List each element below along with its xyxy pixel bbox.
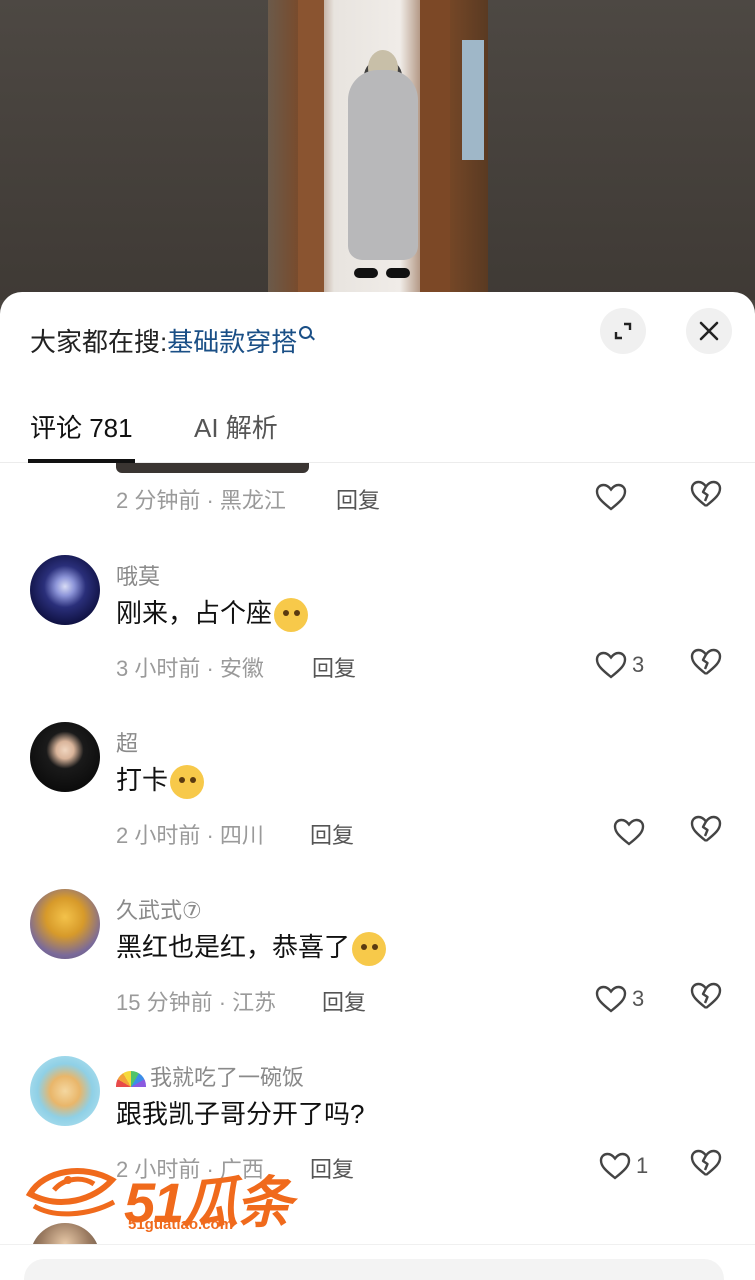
heart-icon bbox=[599, 1152, 631, 1180]
reply-button[interactable]: 回复 bbox=[322, 985, 366, 1017]
comment-text: 黑红也是红，恭喜了 bbox=[116, 927, 387, 967]
dislike-button[interactable] bbox=[690, 981, 726, 1017]
broken-heart-icon bbox=[690, 815, 722, 842]
watermark-url: 51guatiao.com bbox=[128, 1216, 234, 1233]
comment-username[interactable]: 哦莫 bbox=[116, 559, 160, 591]
smirk-face-icon bbox=[352, 932, 387, 967]
rainbow-icon bbox=[116, 1071, 146, 1088]
heart-icon bbox=[595, 985, 627, 1013]
broken-heart-icon bbox=[690, 480, 722, 507]
comment-text-content: 打卡 bbox=[116, 765, 169, 795]
dislike-button[interactable] bbox=[690, 479, 726, 515]
comment-input-bar bbox=[0, 1244, 755, 1280]
search-suggestion[interactable]: 大家都在搜:基础款穿搭 bbox=[30, 322, 313, 359]
heart-icon bbox=[613, 818, 645, 846]
tab-comments[interactable]: 评论 781 bbox=[30, 408, 133, 445]
close-icon bbox=[699, 321, 719, 341]
comment-sheet: 大家都在搜:基础款穿搭 评论 781 AI 解析 2 分钟前 · 黑龙江 回复 bbox=[0, 292, 755, 1280]
like-button[interactable]: 1 bbox=[598, 1146, 668, 1186]
person-shoe bbox=[354, 268, 378, 278]
like-count: 1 bbox=[636, 1153, 649, 1178]
comment-text: 打卡 bbox=[116, 760, 205, 800]
tab-ai-analysis[interactable]: AI 解析 bbox=[194, 408, 278, 445]
comment-username[interactable]: 超 bbox=[116, 726, 138, 758]
like-button[interactable]: 3 bbox=[594, 645, 664, 685]
comment-text-content: 刚来，占个座 bbox=[116, 598, 273, 628]
site-watermark: 51瓜条 51guatiao.com bbox=[24, 1150, 304, 1240]
like-count: 3 bbox=[632, 652, 645, 677]
dislike-button[interactable] bbox=[690, 814, 726, 850]
broken-heart-icon bbox=[690, 1149, 722, 1176]
search-suggestion-prefix: 大家都在搜: bbox=[30, 327, 168, 357]
like-button[interactable] bbox=[612, 812, 682, 852]
comment-text: 跟我凯子哥分开了吗? bbox=[116, 1099, 365, 1129]
comment-time-location: 2 分钟前 · 黑龙江 bbox=[116, 488, 286, 513]
dislike-button[interactable] bbox=[690, 1148, 726, 1184]
door-frame-right bbox=[420, 0, 450, 300]
expand-icon bbox=[614, 322, 632, 340]
comment-username[interactable]: 我就吃了一碗饭 bbox=[116, 1060, 304, 1092]
comment-text: 刚来，占个座 bbox=[116, 593, 309, 633]
comment-text-content: 黑红也是红，恭喜了 bbox=[116, 932, 351, 962]
broken-heart-icon bbox=[690, 982, 722, 1009]
window bbox=[462, 40, 484, 160]
search-suggestion-keyword[interactable]: 基础款穿搭 bbox=[167, 327, 297, 357]
reply-button[interactable]: 回复 bbox=[312, 651, 356, 683]
comment-username[interactable]: 久武式⑦ bbox=[116, 893, 202, 925]
comment-time-location: 3 小时前 · 安徽 bbox=[116, 656, 264, 681]
comment-time-location: 2 小时前 · 四川 bbox=[116, 823, 264, 848]
reply-button[interactable]: 回复 bbox=[310, 818, 354, 850]
like-button[interactable] bbox=[594, 477, 664, 517]
broken-heart-icon bbox=[690, 648, 722, 675]
comment-image-thumbnail[interactable] bbox=[116, 463, 309, 473]
avatar[interactable] bbox=[30, 722, 100, 792]
dislike-button[interactable] bbox=[690, 647, 726, 683]
search-icon bbox=[299, 326, 313, 339]
watermark-logo-icon bbox=[25, 1168, 117, 1217]
avatar[interactable] bbox=[30, 555, 100, 625]
reply-button[interactable]: 回复 bbox=[336, 483, 380, 515]
like-button[interactable]: 3 bbox=[594, 979, 664, 1019]
heart-icon bbox=[595, 651, 627, 679]
comment-tabs: 评论 781 AI 解析 bbox=[0, 402, 755, 463]
expand-button[interactable] bbox=[600, 308, 646, 354]
like-count: 3 bbox=[632, 986, 645, 1011]
dizzy-face-icon bbox=[170, 765, 205, 800]
heart-icon bbox=[595, 483, 627, 511]
comment-username-text: 我就吃了一碗饭 bbox=[150, 1065, 305, 1090]
shy-face-icon bbox=[274, 598, 309, 633]
person-shoe bbox=[386, 268, 410, 278]
door-frame-left bbox=[298, 0, 324, 300]
comment-time-location: 15 分钟前 · 江苏 bbox=[116, 990, 277, 1015]
avatar[interactable] bbox=[30, 1056, 100, 1126]
person-body bbox=[348, 70, 418, 260]
video-thumbnail[interactable] bbox=[268, 0, 488, 300]
close-button[interactable] bbox=[686, 308, 732, 354]
comment-input[interactable] bbox=[24, 1259, 724, 1280]
avatar[interactable] bbox=[30, 889, 100, 959]
reply-button[interactable]: 回复 bbox=[310, 1152, 354, 1184]
